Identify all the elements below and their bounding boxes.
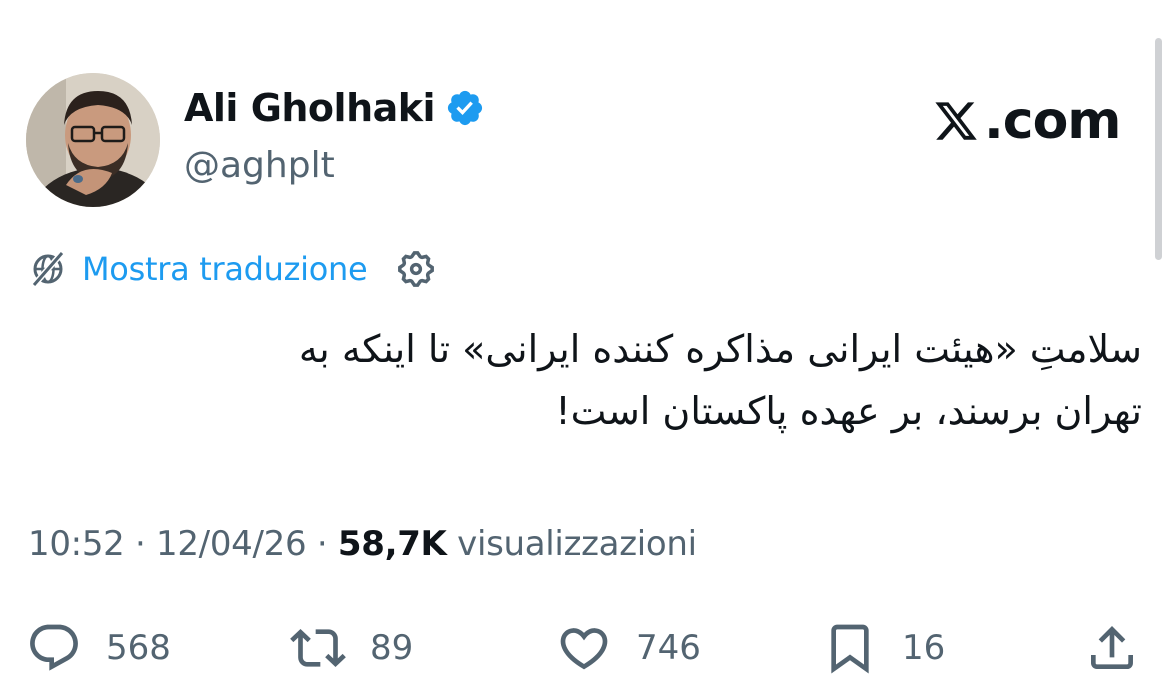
scrollbar[interactable] [1155, 38, 1162, 260]
like-button[interactable]: 746 [556, 620, 701, 676]
views-label: visualizzazioni [457, 524, 697, 564]
repost-icon [290, 629, 346, 667]
author-name-row[interactable]: Ali Gholhaki [184, 88, 485, 128]
separator-dot: · [316, 524, 338, 564]
site-domain-text: .com [984, 91, 1121, 151]
heart-icon [560, 628, 608, 670]
author-handle[interactable]: @aghplt [184, 148, 335, 184]
x-logo-icon [935, 102, 977, 140]
share-icon [1091, 626, 1133, 669]
tweet-text-line: سلامتِ «هیئت ایرانی مذاکره کننده ایرانی»… [298, 327, 1142, 371]
bookmark-icon [831, 624, 869, 674]
tweet-text: سلامتِ «هیئت ایرانی مذاکره کننده ایرانی»… [60, 318, 1142, 442]
like-count: 746 [636, 628, 701, 668]
avatar[interactable] [26, 73, 160, 207]
views-count: 58,7K [337, 524, 447, 564]
tweet-date[interactable]: 12/04/26 [156, 524, 307, 564]
translation-row: Mostra traduzione [28, 248, 437, 290]
show-translation-link[interactable]: Mostra traduzione [82, 253, 368, 285]
share-button[interactable] [1084, 620, 1140, 676]
verified-badge-icon [447, 90, 483, 126]
tweet-text-line: تهران برسند، بر عهده پاکستان است! [555, 389, 1142, 433]
reply-count: 568 [106, 628, 171, 668]
x-logo: .com [932, 95, 1121, 147]
repost-button[interactable]: 89 [290, 620, 413, 676]
gear-icon[interactable] [395, 248, 437, 290]
author-name[interactable]: Ali Gholhaki [184, 89, 436, 127]
repost-count: 89 [370, 628, 414, 668]
action-bar: 568 89 746 16 [0, 620, 1170, 680]
bookmark-button[interactable]: 16 [822, 620, 945, 676]
bookmark-count: 16 [902, 628, 946, 668]
tweet-meta: 10:52 · 12/04/26 · 58,7K visualizzazioni [28, 527, 697, 561]
reply-button[interactable]: 568 [26, 620, 171, 676]
separator-dot: · [135, 524, 157, 564]
globe-slash-icon [31, 251, 65, 287]
reply-icon [30, 624, 78, 671]
tweet-time[interactable]: 10:52 [28, 524, 125, 564]
